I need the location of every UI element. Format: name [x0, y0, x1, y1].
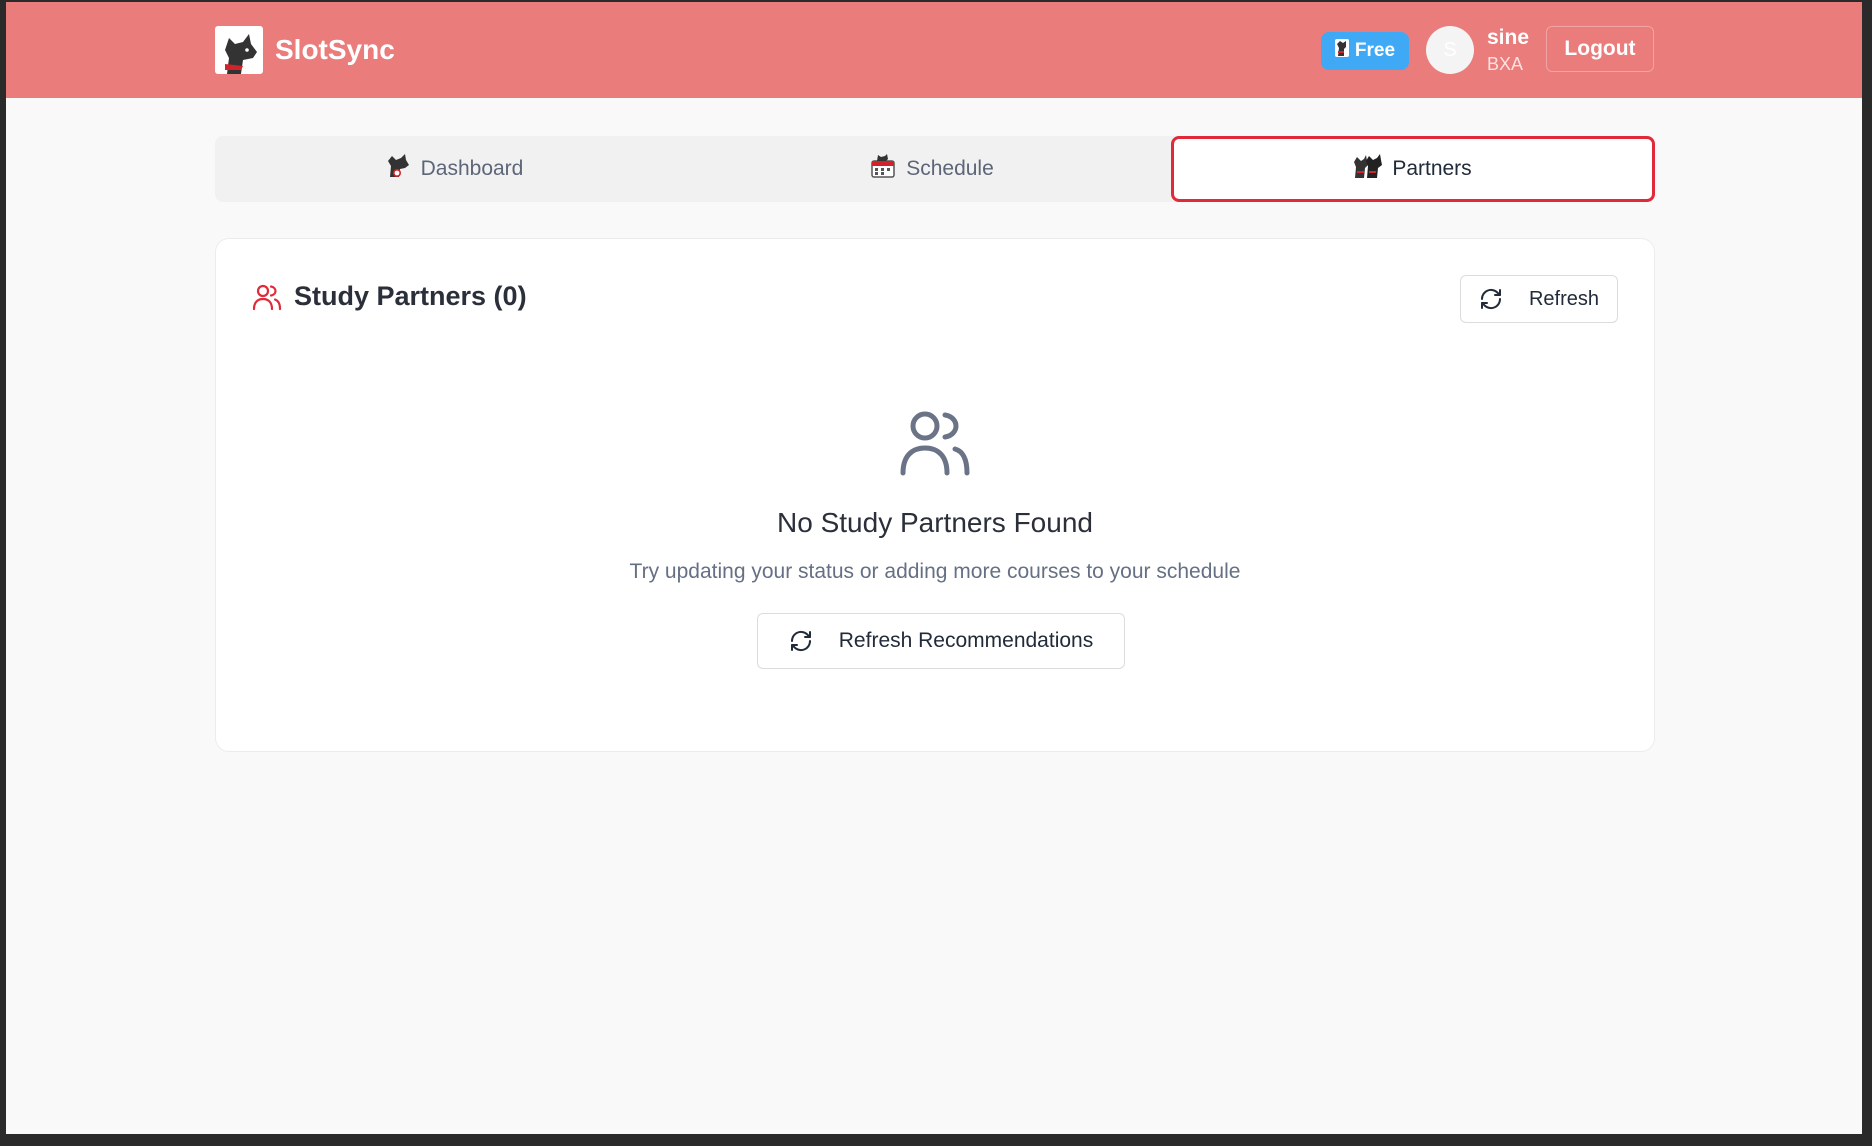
logout-button[interactable]: Logout [1546, 26, 1654, 72]
tab-schedule[interactable]: Schedule [693, 136, 1171, 202]
empty-state-title: No Study Partners Found [777, 507, 1093, 538]
refresh-button-label: Refresh [1528, 287, 1600, 310]
dog-clock-icon [385, 153, 411, 185]
tab-schedule-label: Schedule [906, 157, 994, 180]
calendar-dog-icon [870, 153, 896, 185]
refresh-icon [789, 629, 813, 653]
dog-pair-icon [1354, 153, 1383, 185]
user-name: sine [1487, 26, 1530, 49]
app-name: SlotSync [275, 34, 395, 65]
dog-badge-icon [1334, 39, 1349, 63]
refresh-recommendations-label: Refresh Recommendations [838, 629, 1094, 652]
dog-logo-icon [215, 26, 263, 74]
tab-partners[interactable]: Partners [1171, 136, 1655, 202]
brand[interactable]: SlotSync [215, 26, 395, 74]
user-program: BXA [1487, 54, 1524, 74]
empty-state-subtitle: Try updating your status or adding more … [629, 560, 1241, 583]
plan-badge[interactable]: Free [1321, 32, 1409, 70]
app-window: SlotSync Free S sine BXA Logout Dashboar… [6, 2, 1862, 1134]
users-empty-icon [899, 409, 971, 482]
avatar[interactable]: S [1426, 26, 1474, 74]
card-title-text: Study Partners (0) [294, 281, 527, 311]
top-header: SlotSync Free S sine BXA Logout [6, 2, 1862, 98]
tab-dashboard-label: Dashboard [420, 157, 524, 180]
plan-badge-label: Free [1354, 40, 1396, 61]
refresh-recommendations-button[interactable]: Refresh Recommendations [757, 613, 1125, 669]
study-partners-card: Study Partners (0) Refresh No Study Part… [215, 238, 1655, 752]
users-icon [252, 283, 282, 311]
card-title: Study Partners (0) [252, 281, 527, 312]
main-tabs: Dashboard Schedule Partners [215, 136, 1655, 202]
refresh-button[interactable]: Refresh [1460, 275, 1618, 323]
tab-partners-label: Partners [1392, 157, 1472, 180]
tab-dashboard[interactable]: Dashboard [215, 136, 693, 202]
refresh-icon [1479, 287, 1503, 311]
